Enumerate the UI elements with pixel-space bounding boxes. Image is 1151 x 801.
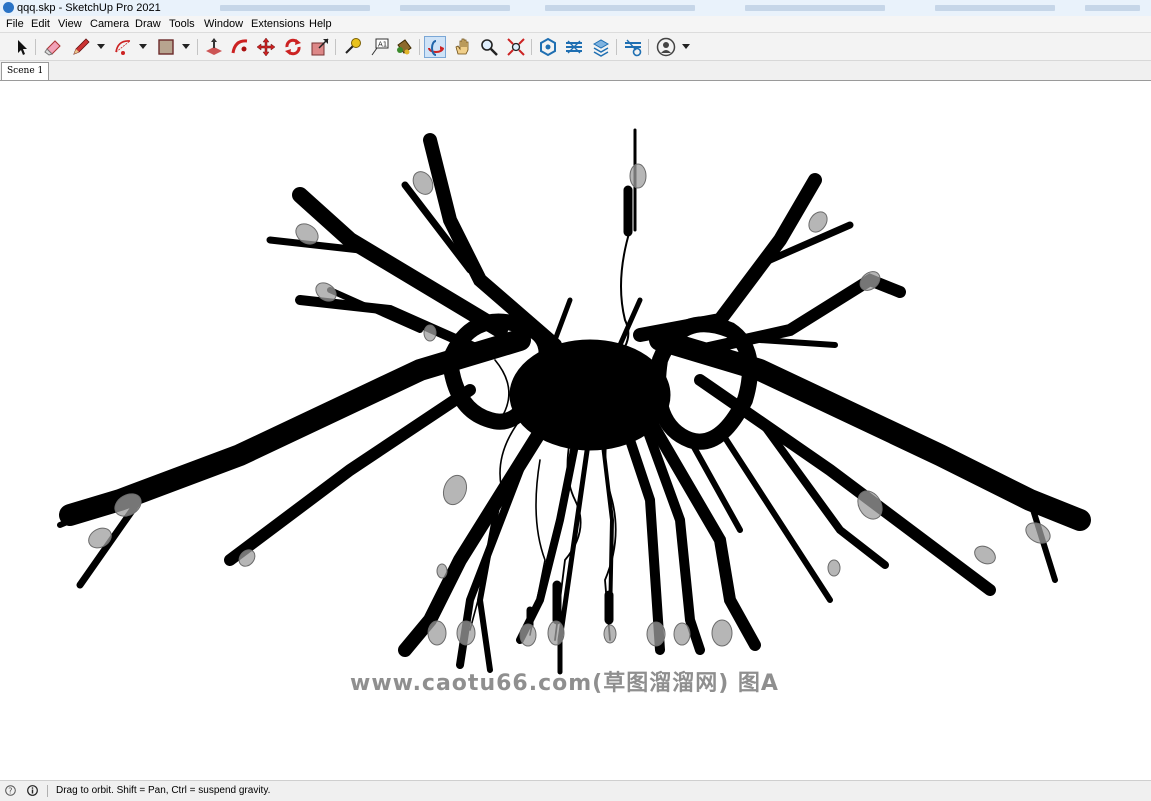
toolbar-separator (616, 39, 617, 55)
orbit-icon[interactable] (424, 36, 446, 58)
rotate-icon[interactable] (282, 36, 304, 58)
sketchup-app-icon (3, 2, 14, 13)
main-toolbar: A1 (0, 33, 1151, 61)
scene-tab-bar: Scene 1 (0, 61, 1151, 81)
background-tab-placeholder (545, 5, 695, 11)
chevron-down-icon[interactable] (97, 44, 105, 49)
toolbar-separator (35, 39, 36, 55)
scale-icon[interactable] (309, 36, 331, 58)
menu-help[interactable]: Help (309, 18, 332, 30)
text-icon[interactable]: A1 (368, 36, 390, 58)
extension-warehouse-icon[interactable] (563, 36, 585, 58)
menu-extensions[interactable]: Extensions (251, 18, 305, 30)
zoom-icon[interactable] (478, 36, 500, 58)
menu-draw[interactable]: Draw (135, 18, 161, 30)
window-title: qqq.skp - SketchUp Pro 2021 (17, 2, 161, 14)
info-icon[interactable] (27, 785, 38, 796)
model-viewport[interactable]: www.caotu66.com(草图溜溜网) 图A (0, 81, 1151, 780)
menu-tools[interactable]: Tools (169, 18, 195, 30)
pencil-line-icon[interactable] (70, 36, 92, 58)
move-icon[interactable] (255, 36, 277, 58)
background-tab-placeholder (935, 5, 1055, 11)
chevron-down-icon[interactable] (139, 44, 147, 49)
toolbar-separator (197, 39, 198, 55)
menu-edit[interactable]: Edit (31, 18, 50, 30)
menu-file[interactable]: File (6, 18, 24, 30)
menu-bar: File Edit View Camera Draw Tools Window … (0, 16, 1151, 33)
account-icon[interactable] (655, 36, 677, 58)
menu-camera[interactable]: Camera (90, 18, 129, 30)
background-tab-placeholder (745, 5, 885, 11)
status-separator (47, 785, 48, 797)
status-bar: ? Drag to orbit. Shift = Pan, Ctrl = sus… (0, 780, 1151, 801)
menu-window[interactable]: Window (204, 18, 243, 30)
arc-icon[interactable] (112, 36, 134, 58)
background-tab-placeholder (400, 5, 510, 11)
chevron-down-icon[interactable] (182, 44, 190, 49)
pan-icon[interactable] (452, 36, 474, 58)
help-question-icon[interactable]: ? (5, 785, 16, 796)
svg-text:A1: A1 (378, 41, 387, 49)
menu-view[interactable]: View (58, 18, 82, 30)
toolbar-separator (648, 39, 649, 55)
rectangle-icon[interactable] (155, 36, 177, 58)
background-tab-placeholder (1085, 5, 1140, 11)
toolbar-separator (419, 39, 420, 55)
toolbar-separator (531, 39, 532, 55)
tape-measure-icon[interactable] (341, 36, 363, 58)
layout-icon[interactable] (590, 36, 612, 58)
svg-text:?: ? (8, 787, 12, 796)
scene-tab[interactable]: Scene 1 (1, 62, 50, 80)
toolbar-separator (335, 39, 336, 55)
paint-bucket-icon[interactable] (393, 36, 415, 58)
eraser-icon[interactable] (42, 36, 64, 58)
follow-me-icon[interactable] (229, 36, 251, 58)
window-title-bar: qqq.skp - SketchUp Pro 2021 (0, 0, 1151, 17)
push-pull-icon[interactable] (203, 36, 225, 58)
status-text: Drag to orbit. Shift = Pan, Ctrl = suspe… (56, 785, 271, 796)
chevron-down-icon[interactable] (682, 44, 690, 49)
extension-manager-icon[interactable] (622, 36, 644, 58)
watermark-text: www.caotu66.com(草图溜溜网) 图A (350, 671, 779, 696)
zoom-extents-icon[interactable] (505, 36, 527, 58)
3d-warehouse-icon[interactable] (537, 36, 559, 58)
select-icon[interactable] (10, 36, 32, 58)
background-tab-placeholder (220, 5, 370, 11)
